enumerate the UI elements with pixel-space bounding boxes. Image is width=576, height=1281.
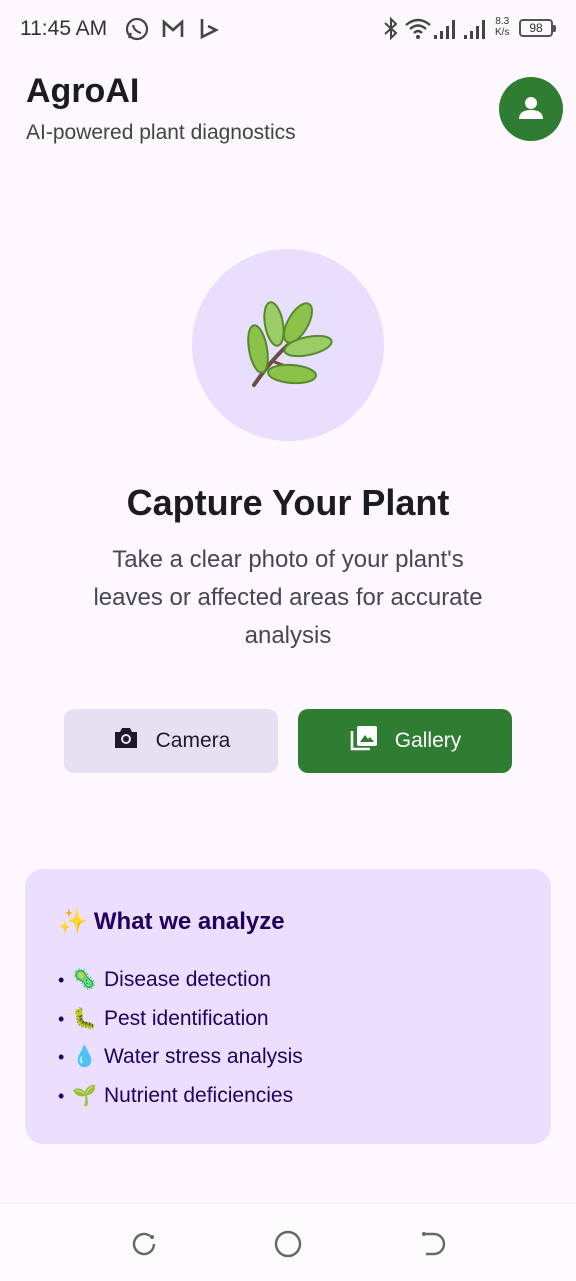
- gallery-button[interactable]: Gallery: [298, 709, 512, 773]
- person-icon: [516, 96, 546, 126]
- profile-button[interactable]: [499, 77, 563, 141]
- analyze-card: ✨ What we analyze • 🦠 Disease detection …: [25, 869, 551, 1144]
- whatsapp-icon: [124, 16, 150, 47]
- camera-icon: [112, 725, 140, 757]
- net-speed-value: 8.3: [495, 16, 510, 27]
- wifi-icon: [404, 16, 432, 47]
- app-title: AgroAI: [26, 72, 140, 110]
- list-item: • 🦠 Disease detection: [58, 961, 303, 1000]
- plant-illustration: [192, 249, 384, 441]
- hero-title: Capture Your Plant: [126, 482, 450, 523]
- analyze-card-title: ✨ What we analyze: [58, 907, 285, 936]
- list-item-label: Nutrient deficiencies: [104, 1083, 294, 1107]
- bluetooth-icon: [382, 16, 400, 47]
- microbe-icon: 🦠: [72, 969, 97, 992]
- signal-icon: [462, 16, 486, 47]
- analyze-card-title-text: What we analyze: [93, 907, 285, 935]
- network-speed: 8.3 K/s: [495, 16, 509, 38]
- herb-icon: [247, 301, 333, 387]
- status-time: 11:45 AM: [20, 17, 108, 40]
- seedling-icon: 🌱: [72, 1084, 97, 1107]
- bullet: •: [58, 1047, 65, 1068]
- list-item-label: Disease detection: [104, 968, 271, 992]
- gallery-icon: [349, 724, 379, 758]
- hero-description: Take a clear photo of your plant's leave…: [93, 546, 483, 649]
- bug-icon: 🐛: [72, 1007, 97, 1030]
- recent-apps-button[interactable]: [124, 1224, 164, 1264]
- list-item: • 🌱 Nutrient deficiencies: [58, 1077, 303, 1116]
- camera-button-label: Camera: [155, 729, 231, 752]
- bing-icon: [196, 16, 222, 47]
- home-circle-icon: [274, 1230, 302, 1258]
- signal-icon: [432, 16, 456, 47]
- droplet-icon: 💧: [72, 1046, 97, 1069]
- back-icon: [422, 1232, 446, 1256]
- recents-icon: [132, 1232, 156, 1256]
- camera-button[interactable]: Camera: [64, 709, 278, 773]
- app-subtitle: AI-powered plant diagnostics: [26, 121, 296, 144]
- net-speed-unit: K/s: [495, 27, 510, 38]
- list-item-label: Water stress analysis: [104, 1045, 303, 1069]
- back-button[interactable]: [412, 1224, 452, 1264]
- list-item: • 💧 Water stress analysis: [58, 1038, 303, 1077]
- home-button[interactable]: [268, 1224, 308, 1264]
- bullet: •: [58, 970, 65, 991]
- list-item-label: Pest identification: [104, 1006, 269, 1030]
- status-bar: 11:45 AM 8.3 K/s 98: [0, 0, 576, 58]
- sparkles-icon: ✨: [58, 908, 88, 935]
- gmail-icon: [160, 16, 186, 47]
- bullet: •: [58, 1008, 65, 1029]
- gallery-button-label: Gallery: [394, 729, 462, 752]
- analyze-list: • 🦠 Disease detection • 🐛 Pest identific…: [58, 961, 303, 1115]
- bullet: •: [58, 1085, 65, 1106]
- system-nav-bar: [0, 1203, 576, 1281]
- battery-indicator: 98: [519, 19, 556, 37]
- list-item: • 🐛 Pest identification: [58, 1000, 303, 1039]
